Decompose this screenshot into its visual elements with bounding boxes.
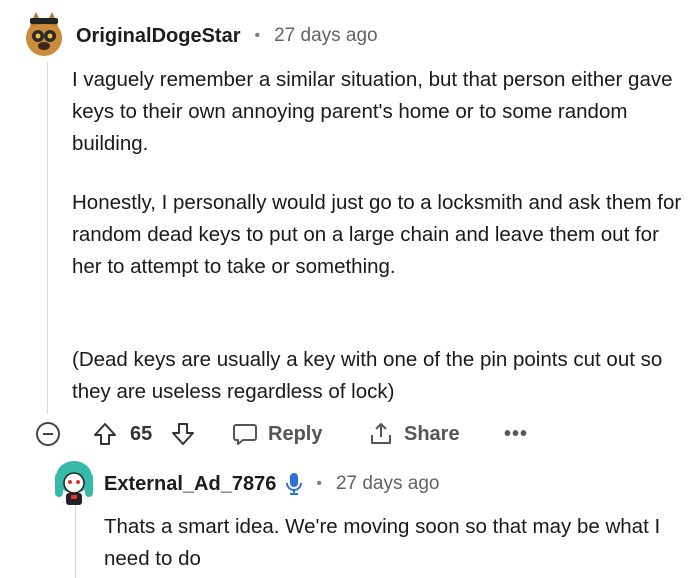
share-button[interactable]: Share [368, 416, 460, 452]
timestamp: 27 days ago [274, 25, 378, 46]
speech-bubble-icon [233, 424, 257, 445]
more-options-button[interactable]: ••• [504, 416, 528, 452]
reply-button[interactable]: Reply [232, 416, 322, 452]
username[interactable]: OriginalDogeStar [76, 25, 240, 48]
separator-dot: • [316, 475, 322, 492]
share-icon [371, 423, 391, 444]
teal-hair-avatar-icon[interactable] [51, 455, 97, 507]
downvote-arrow-icon [172, 423, 194, 445]
separator-dot: • [254, 27, 261, 44]
microphone-icon [286, 472, 303, 496]
thread-line [47, 62, 48, 414]
upvote-button[interactable] [92, 416, 118, 452]
comment-action-bar: 65 Reply Share ••• [0, 416, 700, 452]
comment-paragraph: I vaguely remember a similar situation, … [72, 68, 673, 155]
vote-count: 65 [130, 422, 153, 445]
comment-paragraph: Honestly, I personally would just go to … [72, 191, 682, 278]
reply-timestamp: 27 days ago [335, 473, 440, 494]
doge-avatar-icon[interactable] [20, 10, 68, 62]
share-label: Share [404, 422, 460, 445]
comment-header: OriginalDogeStar • 27 days ago [76, 22, 378, 50]
reply-text: Thats a smart idea. We're moving soon so… [104, 515, 661, 570]
reply-username[interactable]: External_Ad_7876 [104, 473, 276, 496]
collapse-thread-button[interactable] [36, 422, 60, 446]
reply-header: External_Ad_7876 • 27 days ago [104, 470, 439, 498]
downvote-button[interactable] [170, 416, 196, 452]
reply-label: Reply [268, 422, 323, 445]
comment-paragraph: (Dead keys are usually a key with one of… [72, 348, 663, 403]
upvote-arrow-icon [94, 423, 116, 445]
